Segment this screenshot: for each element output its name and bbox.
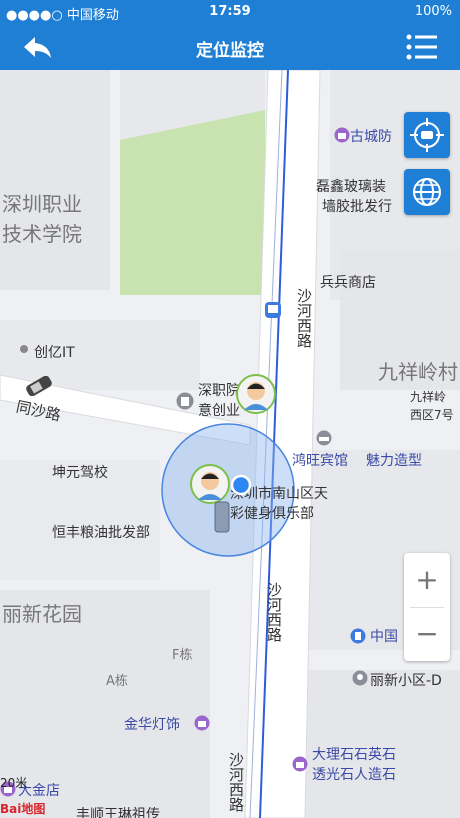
map-label-nanshan2: 彩健身俱乐部 <box>230 506 314 522</box>
list-menu-icon[interactable] <box>406 34 438 60</box>
bus-stop-icon[interactable] <box>264 301 282 319</box>
map-label-dali2: 透光石人造石 <box>312 767 396 783</box>
map-label-jiuxiang: 九祥岭村 <box>378 360 458 384</box>
map-label-gucheng: 古城防 <box>350 129 392 145</box>
map-label-shahe1: 沙河西路 <box>295 288 313 348</box>
shop-marker-icon-2[interactable] <box>194 715 210 731</box>
map-layer-button[interactable] <box>404 169 450 215</box>
hotel-marker-icon[interactable] <box>316 430 332 446</box>
map-label-szpt2: 技术学院 <box>2 222 82 246</box>
map-label-fengshun: 丰顺王琳祖传 <box>76 807 160 818</box>
map-canvas <box>0 70 460 818</box>
map-label-fdong: F栋 <box>172 648 193 663</box>
map-label-adong: A栋 <box>106 674 128 689</box>
zoom-in-button[interactable]: + <box>404 553 450 607</box>
map-label-jiuxiang3: 西区7号 <box>410 408 454 422</box>
track-toggle-button[interactable] <box>404 112 450 158</box>
map-label-shahe2: 沙河西路 <box>265 582 283 642</box>
shop-marker-icon-3[interactable] <box>292 756 308 772</box>
map-label-szpt: 深圳职业 <box>2 192 82 216</box>
map-label-lixinxiaoqu: 丽新小区-D <box>370 673 442 689</box>
person-avatar-icon[interactable] <box>236 374 276 414</box>
map-label-kunyuan: 坤元驾校 <box>52 465 108 481</box>
map-label-leixin: 磊鑫玻璃装 <box>316 179 386 195</box>
gas-station-icon[interactable] <box>350 628 366 644</box>
page-title: 定位监控 <box>196 41 264 61</box>
map-label-chuangye: 意创业 <box>198 403 240 419</box>
map-label-hongwang: 鸿旺宾馆 <box>292 453 348 469</box>
baidu-map-logo: Bai地图 <box>0 802 46 816</box>
building-marker-icon[interactable] <box>176 392 194 410</box>
zoom-control: + − <box>404 553 450 661</box>
person-avatar-icon-2[interactable] <box>190 464 230 504</box>
map-label-meili: 魅力造型 <box>366 453 422 469</box>
nav-bar: 定位监控 <box>0 24 460 70</box>
map-label-hengfeng: 恒丰粮油批发部 <box>52 525 150 541</box>
map-label-shahe3: 沙河西路 <box>227 752 245 812</box>
map-label-jiuxiang2: 九祥岭 <box>410 390 447 404</box>
map-label-shenzhi: 深职院 <box>198 383 240 399</box>
map-label-zhongguo: 中国 <box>370 629 398 645</box>
map-view[interactable]: 深圳职业 技术学院 古城防 磊鑫玻璃装 墙胶批发行 兵兵商店 沙河西路 创亿IT… <box>0 70 460 818</box>
car-icon[interactable] <box>22 376 56 396</box>
map-label-chuangyi: 创亿IT <box>34 345 75 361</box>
clock: 17:59 <box>209 4 251 19</box>
battery-label: 100% <box>414 4 452 19</box>
map-label-bingbing: 兵兵商店 <box>320 275 376 291</box>
map-scale: 20米 <box>0 776 28 790</box>
shop-marker-icon[interactable] <box>334 127 350 143</box>
map-label-dali1: 大理石石英石 <box>312 747 396 763</box>
current-location-dot-icon[interactable] <box>230 474 252 496</box>
location-marker-icon[interactable] <box>352 670 368 686</box>
status-bar: ●●●●○ 中国移动 17:59 100% <box>0 0 460 24</box>
zoom-out-button[interactable]: − <box>404 607 450 661</box>
map-label-leixin2: 墙胶批发行 <box>322 199 392 215</box>
phone-device-icon <box>214 501 230 533</box>
map-label-lixin: 丽新花园 <box>2 602 82 626</box>
locate-target-icon <box>410 118 444 152</box>
dot-marker-icon <box>20 345 28 353</box>
globe-icon <box>413 178 441 206</box>
map-label-jinhua: 金华灯饰 <box>124 717 180 733</box>
